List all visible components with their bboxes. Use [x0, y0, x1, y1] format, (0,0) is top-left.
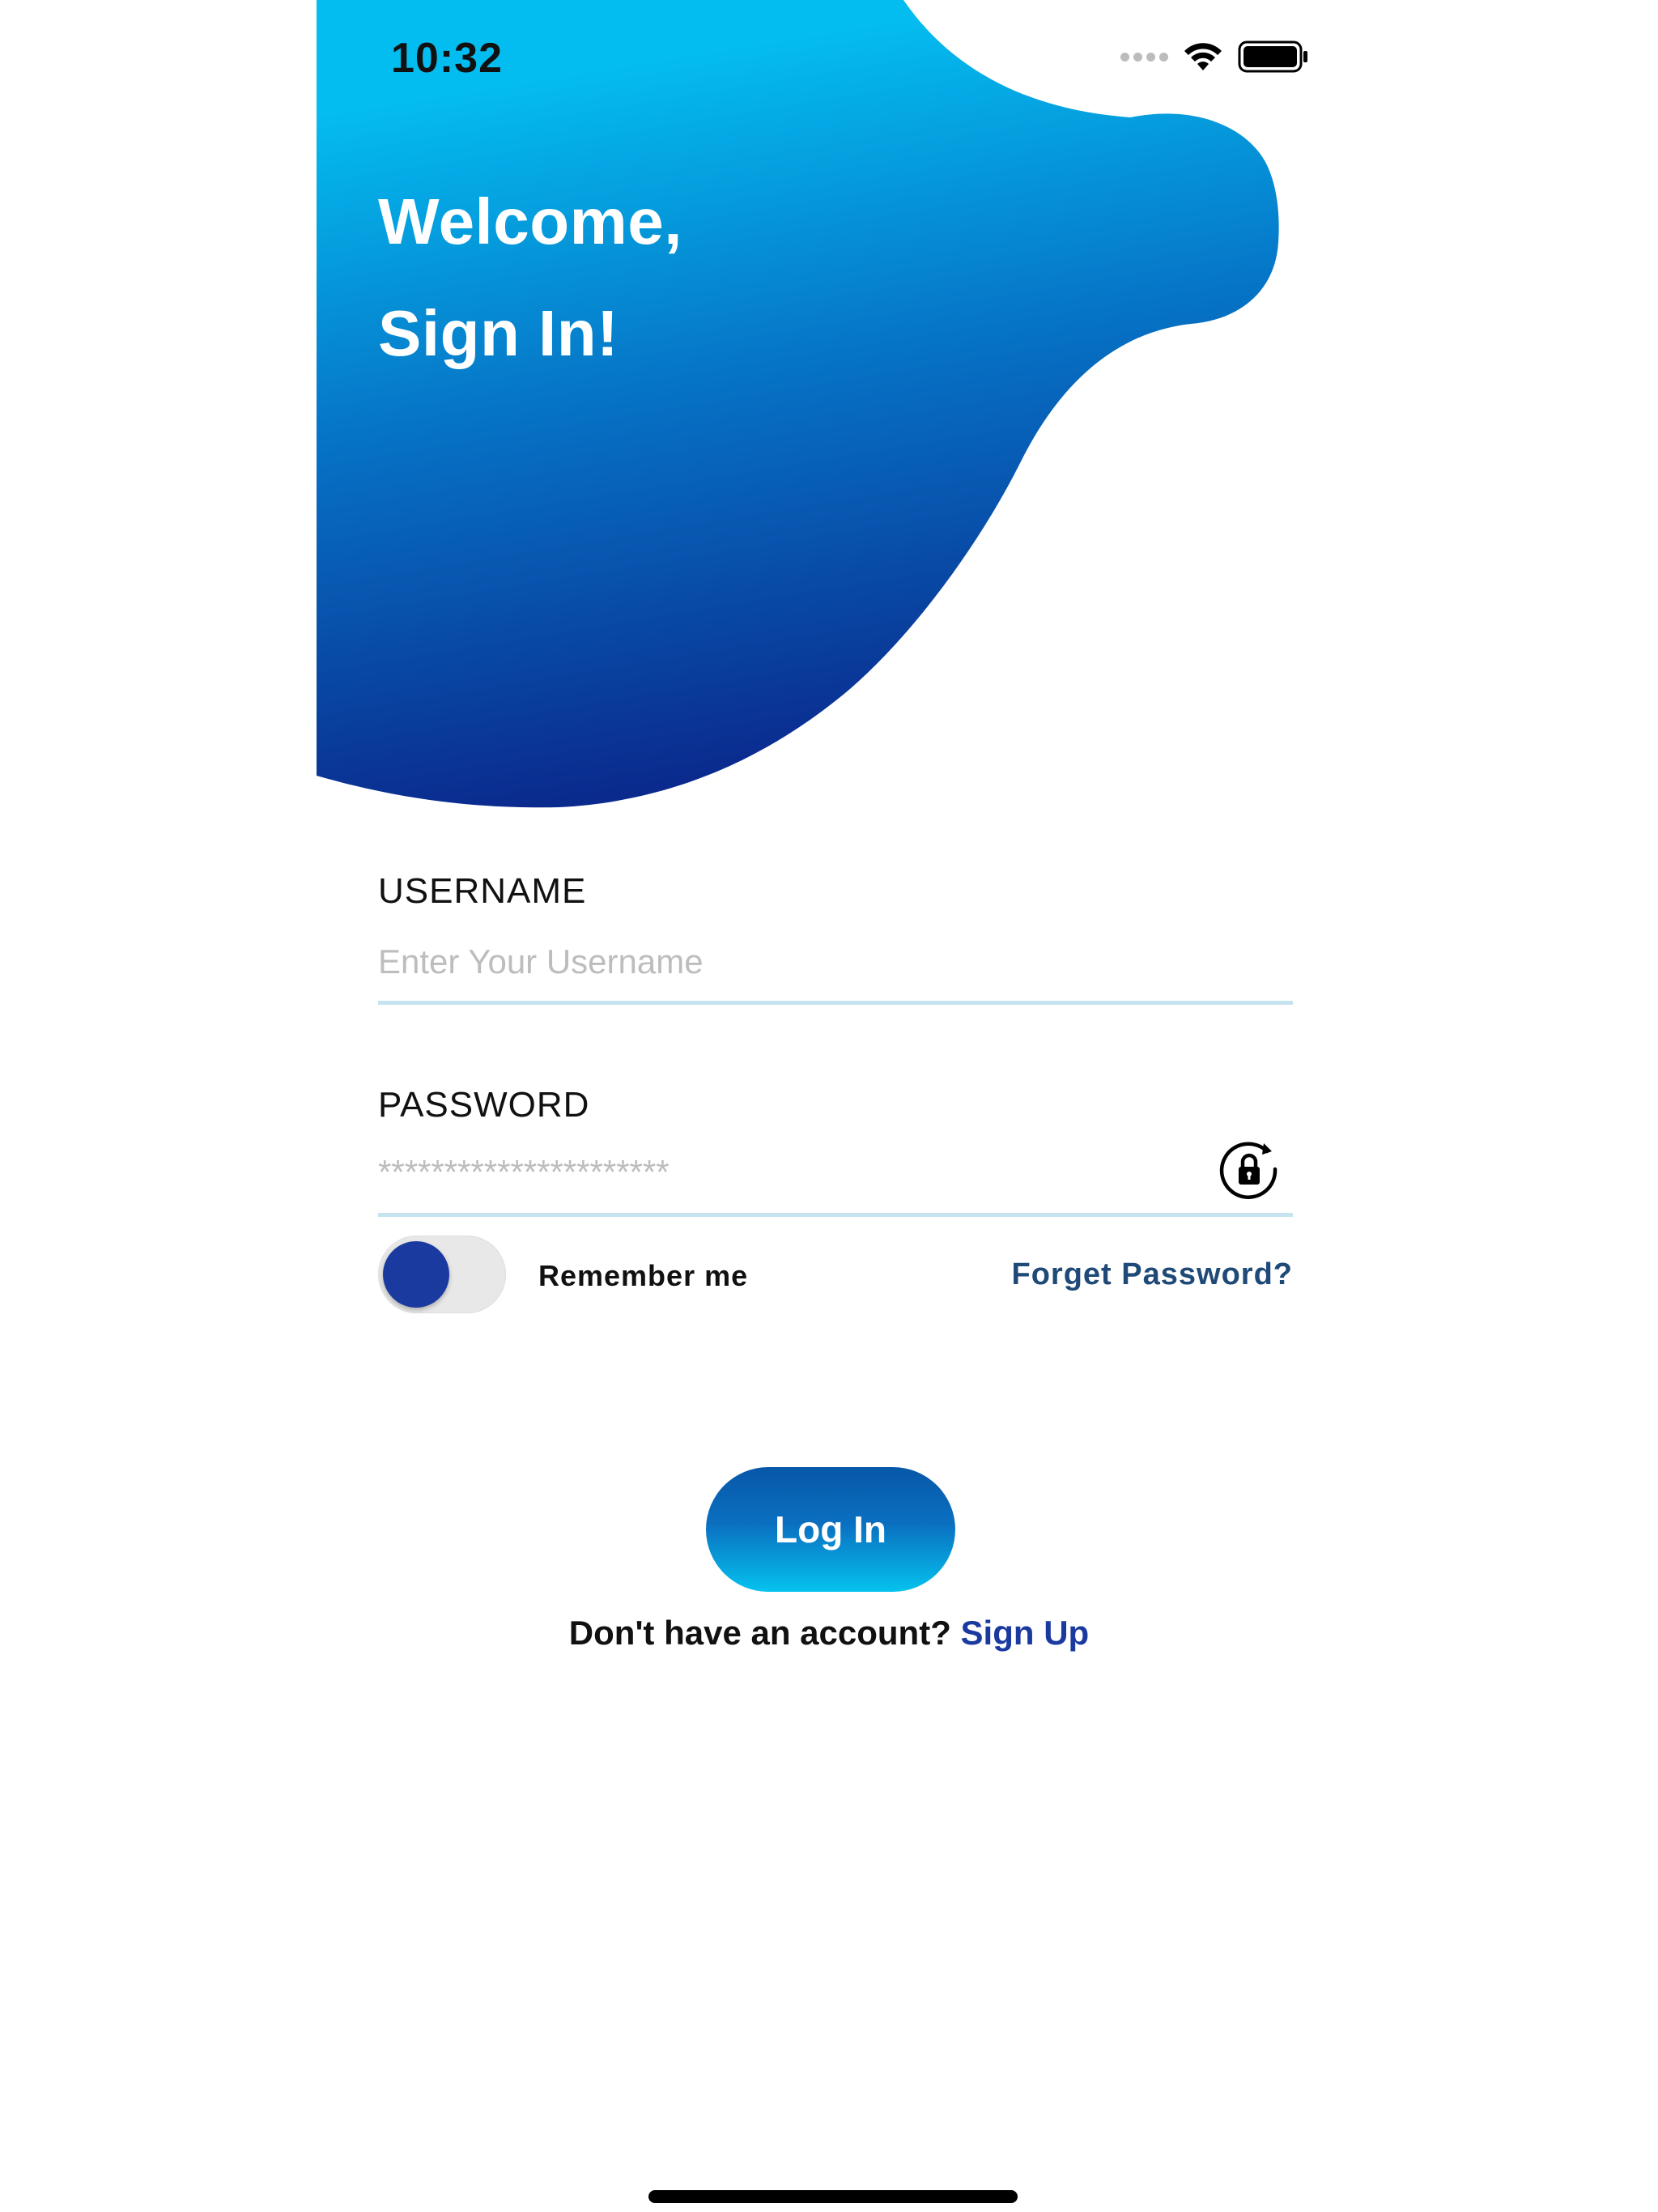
- signup-link[interactable]: Sign Up: [961, 1614, 1090, 1652]
- username-underline: [378, 1001, 1293, 1005]
- status-icons: [1120, 40, 1309, 73]
- lock-rotate-icon[interactable]: [1217, 1137, 1282, 1202]
- toggle-knob: [383, 1241, 449, 1308]
- signup-prompt-text: Don't have an account?: [568, 1614, 951, 1652]
- remember-me-label: Remember me: [538, 1259, 749, 1292]
- header-blob: [317, 0, 1279, 808]
- welcome-heading: Welcome,: [378, 185, 682, 257]
- sign-in-heading: Sign In!: [378, 297, 619, 369]
- username-input[interactable]: [378, 939, 1293, 985]
- wifi-icon: [1184, 43, 1222, 70]
- password-underline: [378, 1213, 1293, 1217]
- forget-password-link[interactable]: Forget Password?: [1012, 1257, 1294, 1292]
- cellular-signal-icon: [1120, 52, 1168, 62]
- password-input[interactable]: [378, 1150, 1188, 1195]
- battery-icon: [1238, 40, 1307, 73]
- login-screen: 10:32 Welcome, Sign In! USERNAME PASSWOR…: [317, 0, 1341, 2212]
- password-label: PASSWORD: [378, 1085, 590, 1125]
- page: 10:32 Welcome, Sign In! USERNAME PASSWOR…: [0, 0, 1658, 2212]
- remember-me-toggle[interactable]: [378, 1236, 506, 1313]
- username-label: USERNAME: [378, 871, 587, 911]
- status-time: 10:32: [391, 35, 503, 82]
- login-button[interactable]: Log In: [706, 1467, 955, 1592]
- signup-prompt-line: Don't have an account? Sign Up: [317, 1614, 1341, 1653]
- home-indicator[interactable]: [648, 2190, 1018, 2203]
